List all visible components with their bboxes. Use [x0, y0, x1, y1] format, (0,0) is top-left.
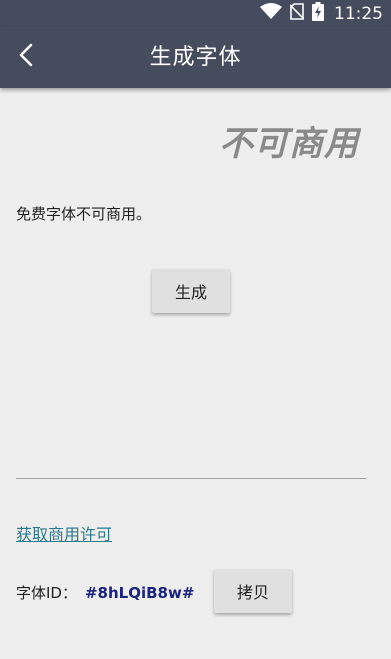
font-preview-text: 不可商用	[219, 124, 359, 164]
battery-charging-icon	[312, 2, 324, 25]
font-id-row: 字体ID： #8hLQiB8w#	[16, 582, 194, 603]
get-commercial-license-link[interactable]: 获取商用许可	[16, 521, 112, 545]
font-id-value: #8hLQiB8w#	[84, 583, 195, 602]
status-bar: 11:25	[0, 0, 391, 27]
generate-button[interactable]: 生成	[152, 269, 230, 313]
license-notice: 免费字体不可商用。	[16, 205, 152, 223]
copy-button[interactable]: 拷贝	[214, 569, 292, 613]
app-bar: 生成字体	[0, 27, 391, 88]
status-time: 11:25	[334, 3, 383, 24]
divider	[16, 478, 366, 479]
font-id-label: 字体ID：	[16, 584, 77, 602]
wifi-icon	[260, 3, 282, 24]
page-title: 生成字体	[149, 45, 242, 70]
no-sim-icon	[289, 3, 305, 24]
status-icons: 11:25	[260, 0, 383, 27]
